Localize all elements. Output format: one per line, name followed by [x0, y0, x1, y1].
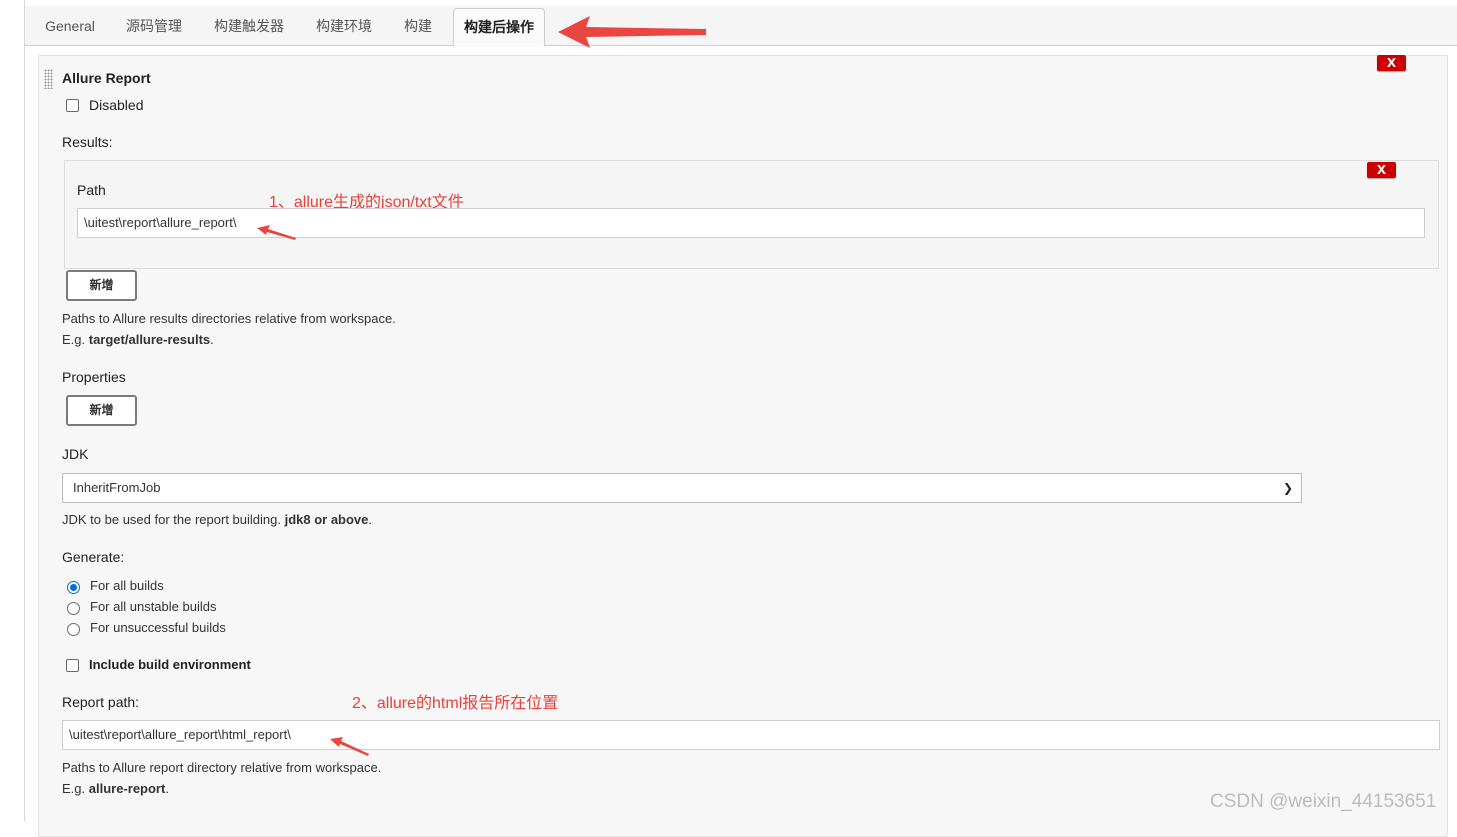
results-help-eg-value: target/allure-results	[88, 332, 211, 347]
include-build-env-checkbox[interactable]	[66, 659, 79, 672]
delete-section-button[interactable]: X	[1377, 55, 1406, 71]
report-path-input[interactable]: \uitest\report\allure_report\html_report…	[62, 720, 1440, 750]
tab-build-triggers[interactable]: 构建触发器	[203, 6, 295, 45]
radio-label-for-unsuccessful-builds: For unsuccessful builds	[90, 620, 226, 635]
report-path-eg-value: allure-report	[88, 781, 166, 796]
chevron-down-icon: ❯	[1282, 481, 1293, 495]
annotation-arrow-report-path	[330, 737, 369, 756]
results-label: Results:	[62, 134, 113, 150]
add-result-path-button[interactable]: 新增	[66, 270, 137, 301]
annotation-arrow-results-path	[257, 225, 296, 240]
jdk-select[interactable]: InheritFromJob ❯	[62, 473, 1302, 503]
jdk-help-suffix: .	[368, 512, 373, 527]
report-path-eg-prefix: E.g.	[62, 781, 89, 796]
tab-source-management[interactable]: 源码管理	[115, 6, 193, 45]
jdk-help-prefix: JDK to be used for the report building.	[62, 512, 285, 527]
tab-build[interactable]: 构建	[393, 6, 443, 45]
tab-general[interactable]: General	[33, 6, 107, 45]
tab-post-build-actions[interactable]: 构建后操作	[453, 8, 545, 47]
report-path-label: Report path:	[62, 694, 140, 710]
radio-for-all-unstable-builds[interactable]	[67, 602, 80, 615]
properties-label: Properties	[62, 369, 126, 385]
radio-for-unsuccessful-builds[interactable]	[67, 623, 80, 636]
report-path-help-example: E.g. allure-report.	[62, 781, 169, 796]
results-help-eg-prefix: E.g.	[62, 332, 89, 347]
jdk-help-bold: jdk8 or above	[284, 512, 369, 527]
add-property-button[interactable]: 新增	[66, 395, 137, 426]
csdn-watermark: CSDN @weixin_44153651	[1210, 791, 1437, 812]
path-label: Path	[77, 182, 106, 198]
config-tab-bar: General 源码管理 构建触发器 构建环境 构建 构建后操作	[25, 6, 1457, 47]
results-help-eg-suffix: .	[210, 332, 214, 347]
jdk-help-text: JDK to be used for the report building. …	[62, 512, 372, 527]
radio-label-for-all-builds: For all builds	[90, 578, 164, 593]
annotation-report-path: 2、allure的html报告所在位置	[352, 695, 559, 712]
radio-for-all-builds[interactable]	[67, 581, 80, 594]
results-help-text: Paths to Allure results directories rela…	[62, 311, 396, 326]
tab-build-environment[interactable]: 构建环境	[305, 6, 383, 45]
results-help-example: E.g. target/allure-results.	[62, 332, 214, 347]
generate-label: Generate:	[62, 549, 125, 565]
section-title: Allure Report	[62, 70, 151, 86]
radio-label-for-all-unstable-builds: For all unstable builds	[90, 599, 217, 614]
disabled-label: Disabled	[89, 97, 144, 113]
page-left-border	[24, 0, 25, 821]
jdk-selected-value: InheritFromJob	[73, 480, 161, 495]
delete-result-path-button[interactable]: X	[1367, 162, 1396, 178]
report-path-help-text: Paths to Allure report directory relativ…	[62, 760, 382, 775]
jdk-label: JDK	[62, 446, 89, 462]
disabled-checkbox[interactable]	[66, 99, 79, 112]
drag-handle-icon[interactable]	[44, 69, 53, 89]
include-build-env-label: Include build environment	[89, 657, 251, 672]
annotation-arrow-tab	[558, 16, 706, 48]
report-path-eg-suffix: .	[165, 781, 169, 796]
